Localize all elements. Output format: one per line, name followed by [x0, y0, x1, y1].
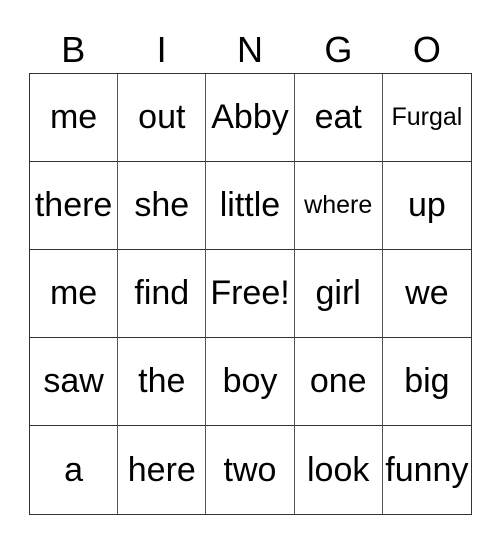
bingo-cell: Abby [206, 74, 295, 162]
bingo-cell: me [30, 250, 119, 338]
bingo-cell: me [30, 74, 119, 162]
bingo-cell: one [294, 338, 383, 426]
bingo-cell: here [118, 426, 207, 514]
bingo-cell: Furgal [382, 74, 471, 162]
bingo-cell: funny [385, 450, 469, 489]
header-letter-b: B [61, 29, 86, 70]
bingo-cell: girl [294, 250, 383, 338]
bingo-cell: up [382, 162, 471, 250]
bingo-cell: where [294, 162, 383, 250]
bingo-cell: two [206, 426, 295, 514]
bingo-cell: boy [206, 338, 295, 426]
bingo-cell: big [382, 338, 471, 426]
header-letter-i: I [156, 29, 167, 70]
free-space-cell: Free! [206, 250, 295, 338]
bingo-cell: we [382, 250, 471, 338]
header-letter-n: N [237, 29, 264, 70]
bingo-cell: look [295, 426, 383, 514]
bingo-cell: she [118, 162, 207, 250]
header-letter-o: O [412, 29, 441, 70]
bingo-cell: there [30, 162, 119, 250]
bingo-cell: a [30, 426, 119, 514]
bingo-cell: the [118, 338, 207, 426]
header-letter-g: G [324, 29, 353, 70]
bingo-cell: eat [294, 74, 383, 162]
bingo-cell: saw [30, 338, 119, 426]
bingo-header: B I N G O [29, 28, 471, 72]
bingo-grid: me out Abby eat Furgal there she little … [29, 73, 472, 515]
bingo-cell: out [118, 74, 207, 162]
bingo-cell: little [206, 162, 295, 250]
bingo-cell: find [118, 250, 207, 338]
